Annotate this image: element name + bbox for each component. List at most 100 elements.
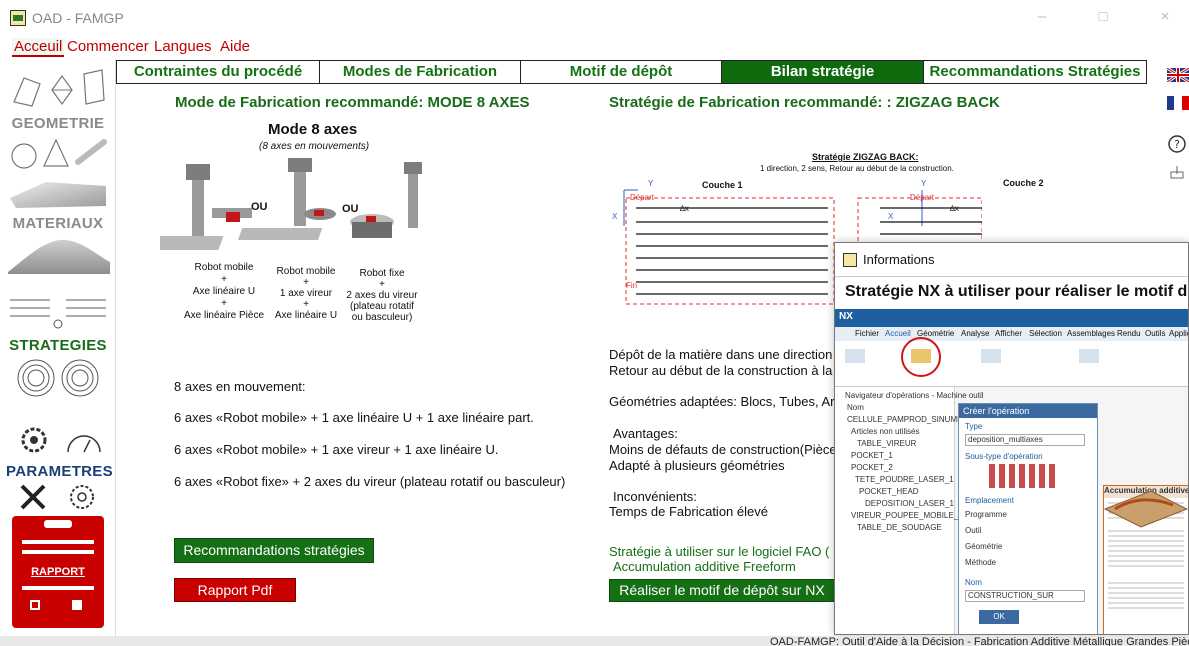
svg-text:?: ?	[1174, 138, 1180, 151]
powder-pile-icon	[8, 239, 110, 274]
tab-recommandations[interactable]: Recommandations Stratégies	[923, 60, 1147, 84]
nx-nav-item: Nom	[847, 403, 864, 412]
tab-bilan-strategie[interactable]: Bilan stratégie	[721, 60, 923, 84]
nx-nav-item: POCKET_2	[851, 463, 893, 472]
nx-logo: NX	[839, 311, 853, 322]
mode-subtitle: (8 axes en mouvements)	[259, 141, 370, 152]
robot3-line: (plateau rotatif	[350, 301, 414, 312]
nx-dialog-nom-input: CONSTRUCTION_SUR	[965, 590, 1085, 602]
robot2-caption: Robot mobile + 1 axe vireur + Axe linéai…	[266, 266, 346, 321]
nx-ribbon-icon	[845, 349, 865, 363]
robot-mobile-vireur-icon	[237, 158, 336, 240]
sidebar-label-parametres: PARAMETRES	[6, 463, 113, 480]
zigzag-couche2-diagram	[857, 190, 982, 247]
rapport-pdf-button[interactable]: Rapport Pdf	[174, 578, 296, 602]
desc-line-2: Retour au début de la construction à la	[609, 363, 833, 378]
zigzag-diagram-subtitle: 1 direction, 2 sens, Retour au début de …	[760, 164, 954, 173]
nx-ribbon-icon	[1079, 349, 1099, 363]
sidebar-label-strategies: STRATEGIES	[9, 337, 107, 354]
menu-commencer[interactable]: Commencer	[67, 38, 149, 55]
nx-dialog-field: Programme	[965, 510, 1007, 519]
geometry-shapes-icon	[13, 69, 105, 107]
rapport-button[interactable]: RAPPORT	[12, 516, 104, 628]
dx-label-2: ∆x	[950, 204, 959, 213]
menu-aide[interactable]: Aide	[220, 38, 250, 55]
sidebar-label-geometrie: GEOMETRIE	[11, 115, 105, 132]
nx-dialog-subtype-label: Sous-type d'opération	[965, 452, 1043, 461]
nx-nav-item: POCKET_1	[851, 451, 893, 460]
inconvenient-1: Temps de Fabrication élevé	[609, 504, 768, 519]
window-title: OAD - FAMGP	[32, 10, 124, 26]
robot1-line: Axe linéaire Pièce	[183, 310, 265, 321]
robot1-line: +	[221, 298, 227, 309]
sidebar-strategies[interactable]: STRATEGIES	[6, 292, 110, 412]
menu-acceuil[interactable]: Acceuil	[12, 38, 65, 57]
avantage-1: Moins de défauts de construction(Pièce	[609, 442, 835, 457]
material-top-icon	[10, 182, 106, 208]
nx-motif-button[interactable]: Réaliser le motif de dépôt sur NX	[609, 579, 835, 602]
nx-subtype-icons	[989, 464, 1059, 488]
maximize-button[interactable]: □	[1088, 8, 1118, 28]
recommandations-button[interactable]: Recommandations stratégies	[174, 538, 374, 563]
strategy-lines-icon	[10, 299, 106, 329]
geometry-solids-icon	[11, 138, 107, 169]
tab-motif-depot[interactable]: Motif de dépôt	[520, 60, 721, 84]
robot-fixe-icon	[350, 162, 422, 238]
zigzag-diagram-title: Stratégie ZIGZAG BACK:	[812, 152, 919, 162]
strategy-spirals-icon	[17, 359, 99, 397]
sidebar-materiaux[interactable]: MATERIAUX	[6, 170, 110, 274]
nx-ribbon: Fichier Accueil Géométrie Analyse Affich…	[835, 327, 1188, 387]
uk-flag-icon[interactable]	[1167, 68, 1189, 82]
robot3-line: Robot fixe	[359, 268, 405, 279]
robot1-line: Axe linéaire U	[192, 286, 256, 297]
ou-label-1: OU	[251, 201, 268, 213]
help-icon[interactable]: ?	[1167, 134, 1187, 154]
tab-contraintes[interactable]: Contraintes du procédé	[116, 60, 319, 84]
nx-dialog-emplacement: Emplacement	[965, 496, 1014, 505]
robot1-line: Robot mobile	[194, 262, 254, 273]
tab-modes-fabrication[interactable]: Modes de Fabrication	[319, 60, 520, 84]
nx-menu-item: Sélection	[1029, 329, 1062, 338]
close-button[interactable]: ×	[1150, 8, 1180, 28]
axes-option-1: 6 axes «Robot mobile» + 1 axe linéaire U…	[174, 410, 534, 425]
robot-mobile-linear-icon	[160, 164, 252, 250]
nx-menu-row: Fichier Accueil Géométrie Analyse Affich…	[835, 327, 1188, 341]
nx-title-strip: NX	[835, 309, 1188, 327]
nx-nav-item: CELLULE_PAMPROD_SINUMERIK	[847, 415, 976, 424]
menu-langues[interactable]: Langues	[154, 38, 212, 55]
nx-menu-item: Analyse	[961, 329, 990, 338]
robot2-line: +	[303, 299, 309, 310]
ou-label-2: OU	[342, 203, 359, 215]
modal-title-bar[interactable]: Informations	[835, 243, 1188, 277]
nx-screenshot: NX Fichier Accueil Géométrie Analyse Aff…	[835, 309, 1188, 634]
export-icon[interactable]	[1169, 166, 1185, 180]
desc-line-1: Dépôt de la matière dans une direction	[609, 347, 833, 362]
status-text: OAD-FAMGP: Outil d'Aide à la Décision - …	[770, 636, 1189, 646]
robot3-line: +	[379, 279, 385, 290]
robot1-caption: Robot mobile + Axe linéaire U + Axe liné…	[174, 262, 274, 322]
nx-nav-item: Navigateur d'opérations - Machine outil	[845, 391, 984, 400]
modal-title: Informations	[863, 252, 935, 267]
nx-create-op-icon	[911, 349, 931, 363]
robot2-line: 1 axe vireur	[279, 288, 333, 299]
axis-x-label-2: X	[888, 212, 894, 221]
depart-label-2: Départ	[910, 193, 935, 202]
informations-modal[interactable]: Informations Stratégie NX à utiliser pou…	[834, 242, 1189, 635]
mode-heading: Mode de Fabrication recommandé: MODE 8 A…	[175, 94, 530, 111]
tools-settings-icon	[20, 484, 94, 510]
strategy-heading: Stratégie de Fabrication recommandé: : Z…	[609, 94, 1000, 111]
nx-callout-text-block	[1108, 530, 1184, 570]
depart-label-1: Départ	[630, 193, 655, 202]
minimize-button[interactable]: –	[1027, 8, 1057, 28]
robots-illustration	[160, 158, 422, 250]
sidebar-geometrie[interactable]: GEOMETRIE	[6, 64, 110, 169]
sidebar-parametres[interactable]: PARAMETRES	[6, 422, 113, 510]
avantages-title: Avantages:	[613, 426, 678, 441]
france-flag-icon[interactable]	[1167, 96, 1189, 110]
nx-menu-item: Rendu	[1117, 329, 1141, 338]
axes-intro: 8 axes en mouvement:	[174, 379, 306, 394]
nx-nav-item: TABLE_DE_SOUDAGE	[857, 523, 942, 532]
axis-y-label-1: Y	[648, 179, 654, 188]
axes-option-3: 6 axes «Robot fixe» + 2 axes du vireur (…	[174, 474, 566, 489]
nx-callout-text-block	[1108, 582, 1184, 610]
